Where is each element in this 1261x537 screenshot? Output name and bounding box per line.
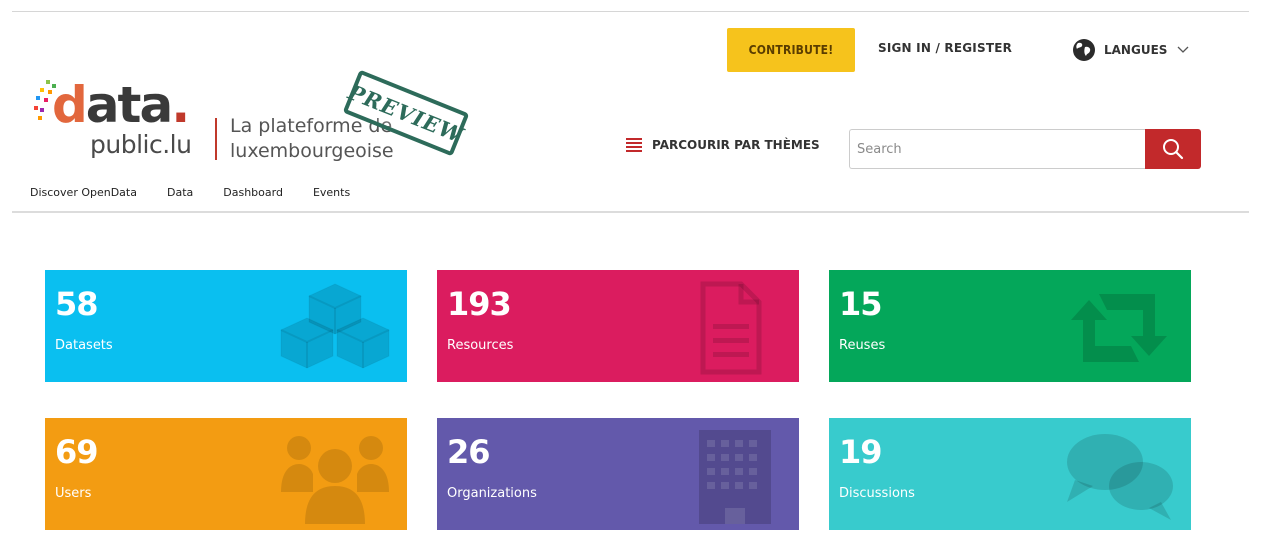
- nav-item-data[interactable]: Data: [167, 186, 193, 199]
- chat-bubbles-icon: [1067, 434, 1173, 520]
- search-icon: [1163, 139, 1184, 160]
- logo-public-lu: public.lu: [90, 130, 192, 159]
- users-icon: [281, 436, 389, 524]
- logo-d: d: [52, 76, 88, 134]
- stat-tile-reuses[interactable]: 15 Reuses: [829, 270, 1191, 382]
- stat-value: 193: [447, 285, 512, 323]
- chevron-down-icon: [1177, 46, 1189, 53]
- stat-value: 15: [839, 285, 883, 323]
- nav-item-dashboard[interactable]: Dashboard: [223, 186, 283, 199]
- stat-value: 26: [447, 433, 491, 471]
- stat-value: 69: [55, 433, 99, 471]
- cubes-icon: [280, 283, 390, 369]
- stat-tile-resources[interactable]: 193 Resources: [437, 270, 799, 382]
- stat-label: Discussions: [839, 486, 915, 501]
- logo-dot: .: [171, 76, 190, 134]
- nav-item-events[interactable]: Events: [313, 186, 350, 199]
- globe-icon: [1073, 39, 1095, 61]
- stat-label: Datasets: [55, 338, 113, 353]
- search-button[interactable]: [1145, 129, 1201, 169]
- document-icon: [700, 281, 762, 375]
- nav-item-discover-opendata[interactable]: Discover OpenData: [30, 186, 137, 199]
- sign-in-register-link[interactable]: SIGN IN / REGISTER: [878, 41, 1012, 55]
- stat-tile-organizations[interactable]: 26 Organizations: [437, 418, 799, 530]
- hamburger-icon: [626, 138, 642, 152]
- stat-tile-discussions[interactable]: 19 Discussions: [829, 418, 1191, 530]
- header-divider: [12, 211, 1249, 213]
- logo-ata: ata: [85, 76, 173, 134]
- stat-label: Reuses: [839, 338, 886, 353]
- tagline-line-2: luxembourgeoise: [230, 140, 394, 162]
- stat-value: 58: [55, 285, 99, 323]
- stat-label: Organizations: [447, 486, 537, 501]
- stat-tile-users[interactable]: 69 Users: [45, 418, 407, 530]
- top-divider: [12, 11, 1249, 12]
- stat-value: 19: [839, 433, 883, 471]
- logo-separator: [215, 118, 217, 160]
- stat-label: Resources: [447, 338, 514, 353]
- stat-tile-datasets[interactable]: 58 Datasets: [45, 270, 407, 382]
- main-nav: Discover OpenData Data Dashboard Events: [30, 186, 350, 199]
- browse-themes-label: PARCOURIR PAR THÈMES: [652, 138, 820, 152]
- contribute-button[interactable]: CONTRIBUTE!: [727, 28, 855, 72]
- browse-themes-button[interactable]: PARCOURIR PAR THÈMES: [626, 138, 820, 152]
- logo-wordmark: data.: [34, 76, 190, 134]
- building-icon: [699, 430, 771, 524]
- langues-label: LANGUES: [1104, 43, 1168, 57]
- search-input[interactable]: [849, 129, 1146, 169]
- stat-label: Users: [55, 486, 92, 501]
- retweet-icon: [1071, 294, 1167, 362]
- language-selector[interactable]: LANGUES: [1072, 38, 1189, 62]
